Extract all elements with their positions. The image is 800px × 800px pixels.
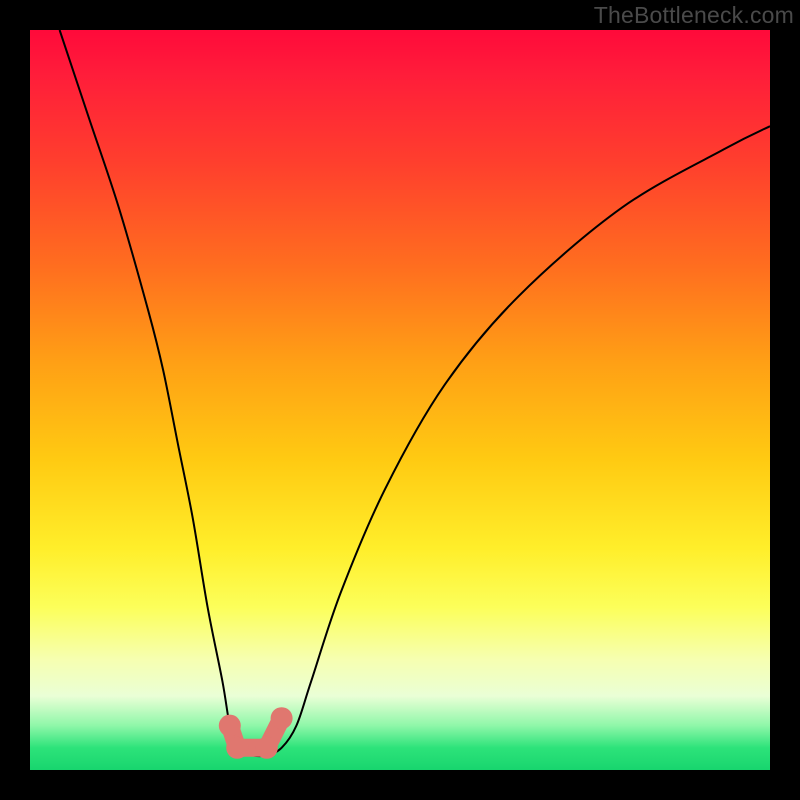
trough-markers <box>219 707 293 759</box>
watermark-text: TheBottleneck.com <box>594 2 794 29</box>
trough-mid-l <box>226 737 248 759</box>
trough-mid-r <box>256 737 278 759</box>
bottleneck-curve <box>60 30 770 756</box>
trough-left <box>219 715 241 737</box>
chart-svg <box>30 30 770 770</box>
trough-right <box>271 707 293 729</box>
